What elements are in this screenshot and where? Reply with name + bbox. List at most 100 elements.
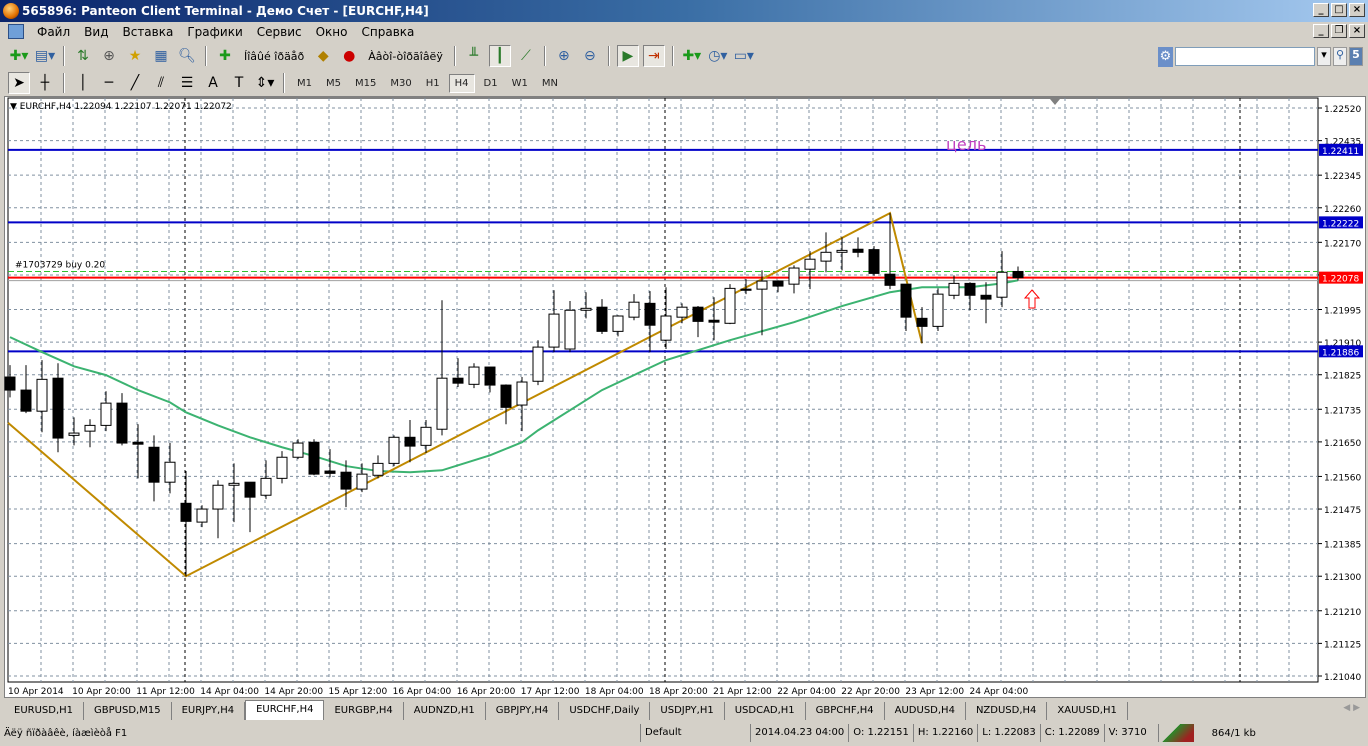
candle-bear — [404, 436, 416, 447]
price-tick-label: 1.21995 — [1324, 306, 1361, 316]
order-label: #1703729 buy 0.20 — [15, 260, 105, 270]
candle-bear — [324, 470, 336, 474]
candle-bear — [884, 273, 896, 286]
time-label: 18 Apr 20:00 — [649, 687, 708, 697]
chart-tab[interactable]: GBPJPY,H4 — [486, 702, 560, 720]
chart-tab[interactable]: GBPUSD,M15 — [84, 702, 172, 720]
chart-tab[interactable]: GBPCHF,H4 — [806, 702, 885, 720]
price-tick-label: 1.22345 — [1324, 172, 1361, 182]
candle-bull — [212, 484, 224, 510]
candle-bull — [356, 473, 368, 490]
candle-bull — [948, 282, 960, 296]
target-annotation: цель — [946, 135, 986, 154]
candle-bull — [516, 381, 528, 406]
candle-bear — [868, 249, 880, 274]
candle-bull — [532, 346, 544, 382]
status-volume: V: 3710 — [1103, 724, 1154, 742]
price-tick-label: 1.21825 — [1324, 372, 1361, 382]
candle-bear — [740, 288, 752, 291]
level-price-label: 1.22222 — [1322, 219, 1359, 229]
candle-bull — [100, 402, 112, 426]
tab-scroll-arrows[interactable]: ◀ ▶ — [1343, 703, 1360, 713]
candle-bear — [132, 441, 144, 445]
candle-bull — [36, 378, 48, 412]
candle-bull — [612, 315, 624, 332]
time-label: 14 Apr 04:00 — [200, 687, 259, 697]
candle-bear — [4, 376, 16, 391]
candle-bear — [500, 384, 512, 408]
status-bar: Äëÿ ñïðàâêè, íàæìèòå F1 Default 2014.04.… — [0, 722, 1368, 744]
price-tick-label: 1.22170 — [1324, 239, 1361, 249]
candle-bear — [308, 441, 320, 475]
status-help: Äëÿ ñïðàâêè, íàæìèòå F1 — [4, 727, 128, 739]
candle-bull — [724, 287, 736, 324]
price-tick-label: 1.22260 — [1324, 205, 1361, 215]
chart-tab[interactable]: EURCHF,H4 — [245, 700, 325, 720]
candle-bear — [596, 306, 608, 332]
candle-bull — [292, 442, 304, 458]
time-label: 24 Apr 04:00 — [970, 687, 1029, 697]
time-label: 11 Apr 12:00 — [136, 687, 195, 697]
candle-bull — [660, 315, 672, 341]
candle-bull — [468, 366, 480, 385]
candle-bull — [228, 482, 240, 486]
status-high: H: 1.22160 — [912, 724, 977, 742]
candle-bull — [84, 424, 96, 432]
price-tick-label: 1.21385 — [1324, 541, 1361, 551]
candle-bull — [564, 309, 576, 350]
status-datetime: 2014.04.23 04:00 — [750, 724, 848, 742]
candle-bull — [436, 377, 448, 430]
candle-bear — [644, 302, 656, 326]
candle-bear — [1012, 270, 1024, 279]
level-price-label: 1.22411 — [1322, 147, 1359, 157]
candle-bear — [692, 306, 704, 322]
price-tick-label: 1.21560 — [1324, 473, 1361, 483]
candle-bull — [804, 258, 816, 270]
chart-tab[interactable]: XAUUSD,H1 — [1047, 702, 1128, 720]
status-close: C: 1.22089 — [1039, 724, 1104, 742]
status-traffic: 864/1 kb — [1211, 727, 1256, 739]
chart-tab[interactable]: AUDUSD,H4 — [885, 702, 966, 720]
time-label: 10 Apr 20:00 — [72, 687, 131, 697]
chart-tab[interactable]: NZDUSD,H4 — [966, 702, 1048, 720]
candle-bull — [676, 306, 688, 318]
connection-bars-icon — [1157, 724, 1194, 742]
bid-price-label: 1.22078 — [1322, 275, 1359, 285]
time-label: 10 Apr 2014 — [8, 687, 64, 697]
time-label: 22 Apr 04:00 — [777, 687, 836, 697]
candle-bear — [52, 377, 64, 439]
price-tick-label: 1.21040 — [1324, 673, 1361, 683]
candle-bear — [244, 481, 256, 498]
chart-ohlc-header: EURCHF,H4 1.22094 1.22107 1.22071 1.2207… — [19, 102, 232, 112]
chart-tab[interactable]: USDCAD,H1 — [725, 702, 806, 720]
level-price-label: 1.21886 — [1322, 348, 1359, 358]
candle-bull — [820, 251, 832, 262]
candle-bull — [580, 307, 592, 311]
candle-bull — [260, 477, 272, 496]
time-label: 17 Apr 12:00 — [521, 687, 580, 697]
chart-tab[interactable]: EURUSD,H1 — [4, 702, 85, 720]
candle-bull — [68, 432, 80, 436]
candle-bear — [964, 282, 976, 296]
candle-bull — [276, 456, 288, 479]
status-low: L: 1.22083 — [977, 724, 1039, 742]
candle-bear — [980, 294, 992, 300]
candle-bear — [20, 389, 32, 412]
chart-tab[interactable]: EURJPY,H4 — [172, 702, 246, 720]
candle-bear — [148, 446, 160, 483]
time-label: 15 Apr 12:00 — [329, 687, 388, 697]
time-label: 18 Apr 04:00 — [585, 687, 644, 697]
candle-bear — [708, 319, 720, 323]
chart-tab[interactable]: EURGBP,H4 — [324, 702, 404, 720]
price-tick-label: 1.21650 — [1324, 439, 1361, 449]
price-tick-label: 1.21125 — [1324, 640, 1361, 650]
plot-area — [7, 97, 1319, 683]
candle-bull — [996, 271, 1008, 298]
chart-tab[interactable]: AUDNZD,H1 — [404, 702, 486, 720]
candle-bear — [852, 248, 864, 253]
chart-tab[interactable]: USDCHF,Daily — [559, 702, 651, 720]
chart-tab[interactable]: USDJPY,H1 — [650, 702, 725, 720]
candle-bull — [836, 249, 848, 253]
price-tick-label: 1.21735 — [1324, 406, 1361, 416]
candle-bull — [628, 301, 640, 318]
